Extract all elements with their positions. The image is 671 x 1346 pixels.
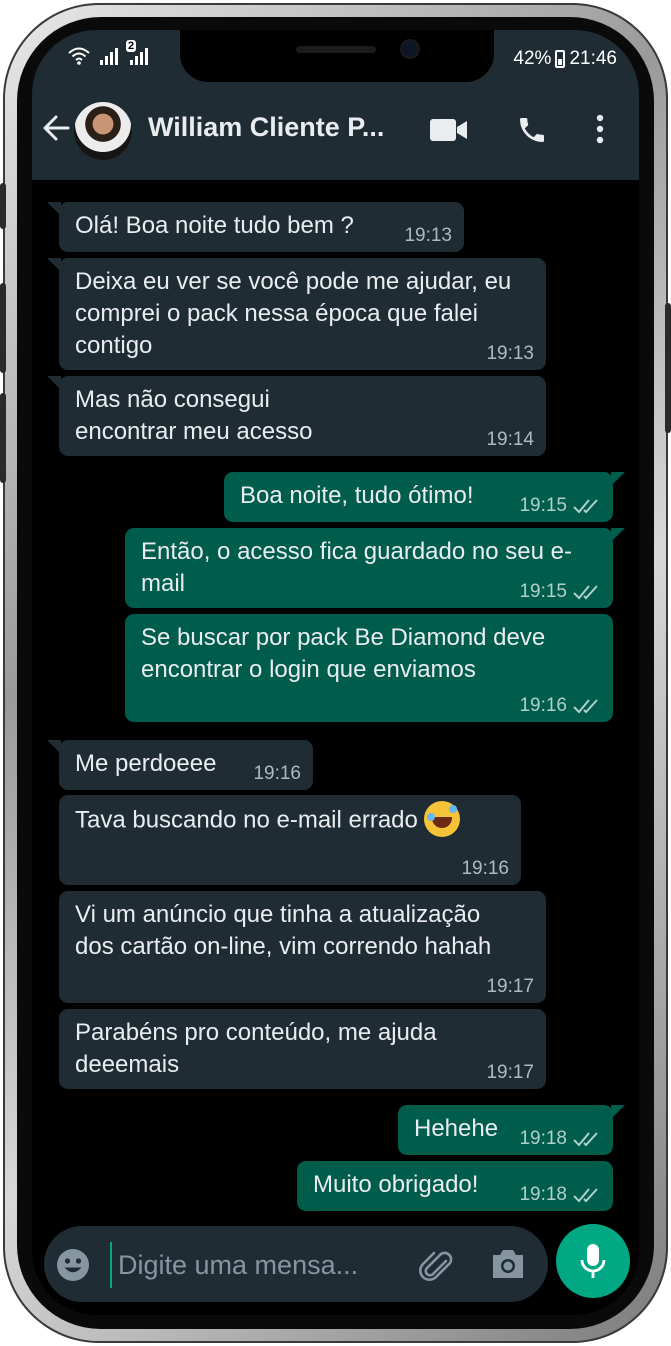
message-text: Boa noite, tudo ótimo!	[240, 482, 474, 509]
message-text: Tava buscando no e-mail errado	[75, 806, 418, 834]
message-text: Mas não consegui encontrar meu acesso	[75, 386, 313, 445]
message-text: Olá! Boa noite tudo bem ?	[75, 212, 354, 239]
back-arrow-icon[interactable]	[42, 114, 70, 142]
message-list: Olá! Boa noite tudo bem ? 19:13 Deixa eu…	[32, 180, 639, 1220]
double-check-icon	[573, 585, 598, 600]
front-camera	[402, 41, 418, 57]
rolling-laughing-emoji-icon	[423, 801, 460, 837]
message-time: 19:13	[486, 343, 534, 364]
avatar[interactable]	[74, 102, 132, 160]
mic-icon	[580, 1244, 606, 1278]
attach-icon[interactable]	[416, 1246, 454, 1284]
message-time: 19:18	[519, 1128, 567, 1149]
earpiece-speaker	[296, 46, 376, 53]
message-bubble-incoming[interactable]: Parabéns pro conteúdo, me ajuda deeemais…	[59, 1009, 546, 1089]
message-text: Me perdoeee	[75, 750, 217, 777]
video-call-icon[interactable]	[430, 118, 468, 142]
signal-icon	[100, 48, 118, 65]
double-check-icon	[573, 699, 598, 714]
message-bubble-outgoing[interactable]: Boa noite, tudo ótimo! 19:15	[224, 472, 625, 522]
volume-button	[0, 283, 6, 373]
sim2-indicator: 2	[126, 40, 152, 66]
message-bubble-incoming[interactable]: Tava buscando no e-mail errado 19:16	[59, 795, 521, 885]
battery-icon	[555, 50, 566, 68]
battery-percent: 42%	[513, 48, 552, 69]
chat-header: William Cliente P...	[32, 82, 639, 180]
emoji-icon[interactable]	[56, 1248, 90, 1282]
message-time: 19:16	[253, 763, 301, 784]
message-text: Se buscar por pack Be Diamond deve encon…	[141, 624, 546, 683]
message-time: 19:17	[486, 1062, 534, 1083]
status-time: 21:46	[569, 48, 617, 69]
message-bubble-incoming[interactable]: Olá! Boa noite tudo bem ? 19:13	[47, 202, 464, 252]
message-time: 19:13	[404, 225, 452, 246]
message-bubble-outgoing[interactable]: Muito obrigado! 19:18	[297, 1161, 613, 1211]
message-text: Então, o acesso fica guardado no seu e-m…	[141, 538, 572, 597]
double-check-icon	[573, 1132, 598, 1147]
phone-icon[interactable]	[516, 114, 548, 146]
message-bubble-outgoing[interactable]: Então, o acesso fica guardado no seu e-m…	[125, 528, 625, 608]
message-bubble-incoming[interactable]: Vi um anúncio que tinha a atualização do…	[59, 891, 546, 1003]
message-text: Hehehe	[414, 1115, 499, 1142]
message-composer	[44, 1226, 548, 1302]
message-bubble-outgoing[interactable]: Se buscar por pack Be Diamond deve encon…	[125, 614, 613, 722]
contact-name[interactable]: William Cliente P...	[148, 112, 384, 143]
message-time: 19:14	[486, 429, 534, 450]
phone-screen: 2 42% 21:46 William Cliente P... Olá! Bo…	[32, 30, 639, 1315]
message-time: 19:18	[519, 1184, 567, 1205]
message-text: Parabéns pro conteúdo, me ajuda deeemais	[75, 1019, 437, 1078]
wifi-icon	[68, 47, 90, 65]
message-input[interactable]	[110, 1242, 390, 1288]
message-bubble-incoming[interactable]: Mas não consegui encontrar meu acesso 19…	[47, 376, 546, 456]
message-time: 19:16	[461, 858, 509, 879]
message-text: Deixa eu ver se você pode me ajudar, eu …	[75, 268, 512, 359]
message-text: Muito obrigado!	[313, 1171, 479, 1198]
message-text: Vi um anúncio que tinha a atualização do…	[75, 901, 492, 960]
double-check-icon	[573, 1188, 598, 1203]
message-time: 19:15	[519, 495, 567, 516]
volume-button	[0, 183, 6, 229]
message-bubble-outgoing[interactable]: Hehehe 19:18	[398, 1105, 625, 1155]
message-time: 19:15	[519, 581, 567, 602]
double-check-icon	[573, 499, 598, 514]
power-button	[665, 303, 671, 433]
sim2-badge: 2	[126, 40, 137, 52]
more-vert-icon[interactable]	[596, 114, 604, 144]
camera-icon[interactable]	[490, 1248, 526, 1280]
message-bubble-incoming[interactable]: Deixa eu ver se você pode me ajudar, eu …	[47, 258, 546, 370]
volume-button	[0, 393, 6, 483]
message-time: 19:17	[486, 976, 534, 997]
voice-record-button[interactable]	[556, 1224, 630, 1298]
message-time: 19:16	[519, 695, 567, 716]
notch	[180, 30, 494, 82]
message-bubble-incoming[interactable]: Me perdoeee 19:16	[47, 740, 313, 790]
